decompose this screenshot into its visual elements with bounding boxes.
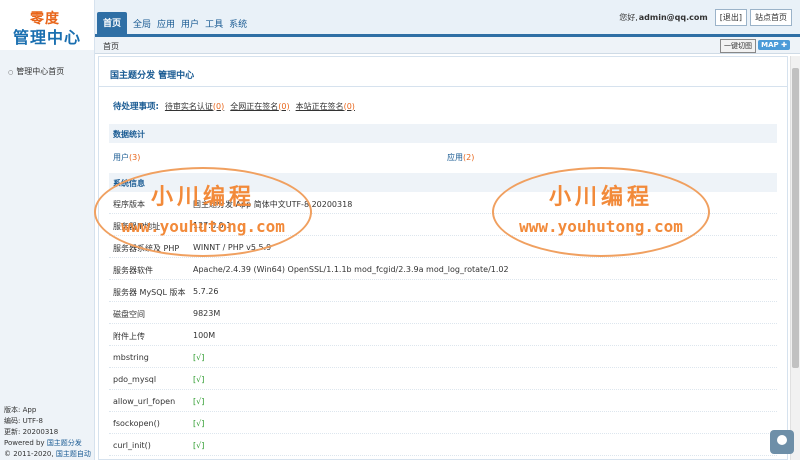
system-info-value: 9823M <box>193 309 221 318</box>
apps-stat-link[interactable]: 应用(2) <box>447 152 474 163</box>
map-label: MAP <box>761 41 779 49</box>
system-info-label: fsockopen() <box>113 419 160 428</box>
page-title: 国主题分发 管理中心 <box>110 71 195 81</box>
stat-label: 用户 <box>113 153 129 162</box>
pending-count: (0) <box>212 101 225 111</box>
system-info-row: mbstring [√] <box>109 346 777 368</box>
tab-global[interactable]: 全局 <box>130 13 154 34</box>
system-info-label: 磁盘空间 <box>113 310 145 319</box>
version-info: 版本: App 编码: UTF-8 更新: 20200318 Powered b… <box>4 405 94 460</box>
copyright: © 2011-2020, 国主题自动签名系统 Inc. <box>4 449 94 460</box>
system-info-value: Apache/2.4.39 (Win64) OpenSSL/1.1.1b mod… <box>193 265 509 274</box>
system-info-value: 国主题分发 App 简体中文UTF-8 20200318 <box>193 200 353 209</box>
top-header: 首页 全局 应用 用户 工具 系统 您好, admin@qq.com [退出] … <box>0 0 800 37</box>
pending-items: 待处理事项: 待审实名认证(0) 全网正在签名(0) 本站正在签名(0) <box>113 100 361 113</box>
system-info-value: [√] <box>193 397 205 406</box>
system-info-row: 服务器系统及 PHP WINNT / PHP v5.5.9 <box>109 236 777 258</box>
bullet-icon: ○ <box>8 69 14 76</box>
tab-users[interactable]: 用户 <box>178 13 202 34</box>
system-info-label: pdo_mysql <box>113 375 157 384</box>
system-info-label: allow_url_fopen <box>113 397 176 406</box>
site-home-button[interactable]: 站点首页 <box>750 9 792 26</box>
system-info-row: 服务器IP地址 127.0.0.1 <box>109 214 777 236</box>
encoding-text: 编码: UTF-8 <box>4 417 43 425</box>
system-info-row: 服务器 MySQL 版本 5.7.26 <box>109 280 777 302</box>
system-info-label: curl_init() <box>113 441 151 450</box>
system-info-value: 5.7.26 <box>193 287 219 296</box>
powered-prefix: Powered by <box>4 439 45 447</box>
system-info-label: 程序版本 <box>113 200 145 209</box>
system-info-label: mbstring <box>113 353 149 362</box>
system-info-value: WINNT / PHP v5.5.9 <box>193 243 272 252</box>
powered-link[interactable]: 国主题分发 <box>47 439 82 447</box>
system-info-label: 服务器IP地址 <box>113 222 161 231</box>
system-info-value: 100M <box>193 331 216 340</box>
main-nav: 首页 全局 应用 用户 工具 系统 <box>97 10 250 34</box>
sidebar-item-label: 管理中心首页 <box>16 67 65 76</box>
tab-home[interactable]: 首页 <box>97 12 128 34</box>
pending-count: (0) <box>343 101 355 111</box>
system-info-label: 附件上传 <box>113 332 145 341</box>
version-text: 版本: App <box>4 406 37 414</box>
system-info-label: 服务器 MySQL 版本 <box>113 288 186 297</box>
logout-button[interactable]: [退出] <box>714 9 747 26</box>
plus-icon: ✚ <box>781 41 787 49</box>
pending-count: (0) <box>278 101 290 111</box>
updated-text: 更新: 20200318 <box>4 428 59 436</box>
user-bar: 您好, admin@qq.com [退出] 站点首页 <box>619 9 792 26</box>
system-info-row: fsockopen() [√] <box>109 412 777 434</box>
copyright-prefix: © 2011-2020, <box>4 450 54 458</box>
logo[interactable]: 零度 管理中心 <box>0 0 95 50</box>
stat-count: (2) <box>463 153 475 162</box>
system-info-value: 127.0.0.1 <box>193 221 232 230</box>
pending-text: 全网正在签名 <box>230 101 279 111</box>
map-button[interactable]: MAP ✚ <box>758 40 790 50</box>
pending-text: 待审实名认证 <box>164 101 213 111</box>
system-info-value: [√] <box>193 419 205 428</box>
main-panel: 国主题分发 管理中心 待处理事项: 待审实名认证(0) 全网正在签名(0) 本站… <box>98 56 788 460</box>
pending-text: 本站正在签名 <box>295 101 344 111</box>
logo-bottom-text: 管理中心 <box>13 28 82 47</box>
user-icon <box>777 435 787 445</box>
pending-site-sign-link[interactable]: 本站正在签名(0) <box>296 101 355 112</box>
system-info-row: 磁盘空间 9823M <box>109 302 777 324</box>
users-stat-link[interactable]: 用户(3) <box>113 152 140 163</box>
system-info-row: 程序版本 国主题分发 App 简体中文UTF-8 20200318 <box>109 192 777 214</box>
system-heading: 系统信息 <box>109 173 777 192</box>
system-info-label: 服务器系统及 PHP <box>113 244 180 253</box>
screenshot-button[interactable]: 一键切图 <box>720 39 756 53</box>
system-info-row: pdo_mysql [√] <box>109 368 777 390</box>
divider <box>99 86 787 87</box>
system-info-label: 服务器软件 <box>113 266 153 275</box>
sidebar: ○ 管理中心首页 版本: App 编码: UTF-8 更新: 20200318 P… <box>0 50 95 460</box>
pending-verify-link[interactable]: 待审实名认证(0) <box>165 101 224 112</box>
greeting-text: 您好, <box>619 13 638 22</box>
pending-label: 待处理事项: <box>113 102 159 112</box>
tab-system[interactable]: 系统 <box>226 13 250 34</box>
scroll-thumb[interactable] <box>792 68 799 368</box>
breadcrumb: 首页 一键切图 MAP ✚ <box>95 37 800 54</box>
system-info-value: [√] <box>193 375 205 384</box>
pending-network-sign-link[interactable]: 全网正在签名(0) <box>230 101 289 112</box>
system-info-value: [√] <box>193 353 205 362</box>
stat-label: 应用 <box>447 153 463 162</box>
tab-tools[interactable]: 工具 <box>202 13 226 34</box>
system-info-value: [√] <box>193 441 205 450</box>
system-info-row: 服务器软件 Apache/2.4.39 (Win64) OpenSSL/1.1.1… <box>109 258 777 280</box>
tab-apps[interactable]: 应用 <box>154 13 178 34</box>
sidebar-item-admin-home[interactable]: ○ 管理中心首页 <box>8 66 64 77</box>
stats-heading: 数据统计 <box>109 124 777 143</box>
powered-by: Powered by 国主题分发 <box>4 438 94 449</box>
system-info-row: curl_init() [√] <box>109 434 777 456</box>
system-info-row: 附件上传 100M <box>109 324 777 346</box>
help-float-button[interactable] <box>770 430 794 454</box>
system-info-row: allow_url_fopen [√] <box>109 390 777 412</box>
stat-count: (3) <box>129 153 141 162</box>
breadcrumb-current[interactable]: 首页 <box>103 41 119 52</box>
username: admin@qq.com <box>638 13 708 22</box>
vertical-scrollbar[interactable] <box>790 56 800 460</box>
